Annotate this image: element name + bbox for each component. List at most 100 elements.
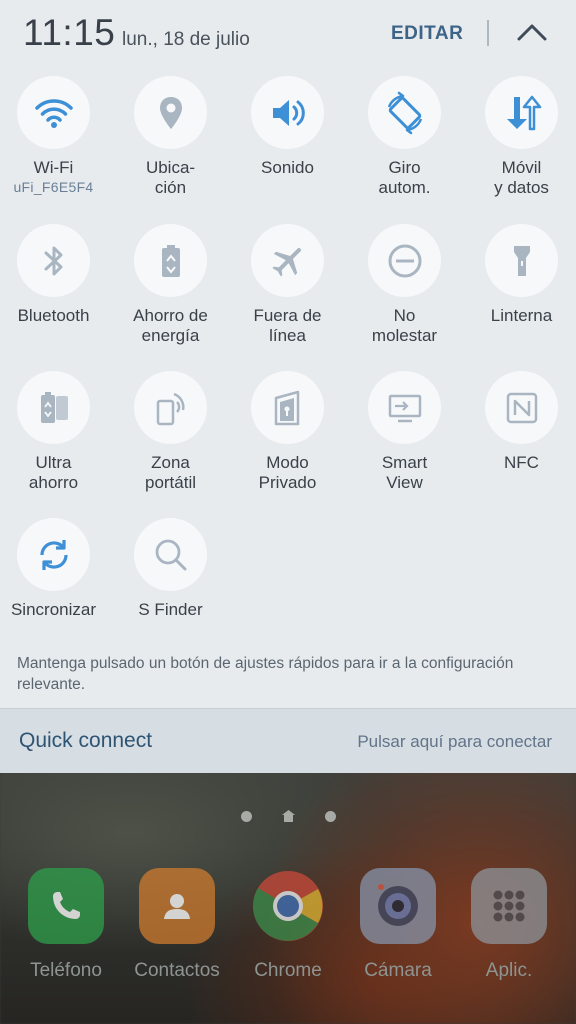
header-divider bbox=[487, 20, 489, 46]
tile-auto-rotate[interactable]: Giro autom. bbox=[346, 76, 463, 198]
tile-button[interactable] bbox=[17, 76, 90, 149]
tile-label: Sonido bbox=[261, 158, 314, 177]
tile-button[interactable] bbox=[368, 76, 441, 149]
quick-settings-panel: 11:15 lun., 18 de julio EDITAR Wi-Fi uFi… bbox=[0, 0, 576, 708]
tile-wifi[interactable]: Wi-Fi uFi_F6E5F4 bbox=[0, 76, 112, 195]
app-dock: Teléfono Contactos Chrome Cámara Aplic. bbox=[0, 868, 576, 988]
flashlight-icon bbox=[513, 245, 530, 276]
dock-label: Cámara bbox=[364, 960, 432, 981]
tile-button[interactable] bbox=[485, 224, 558, 297]
tile-button[interactable] bbox=[17, 371, 90, 444]
tile-button[interactable] bbox=[17, 224, 90, 297]
tile-label: S Finder bbox=[138, 600, 203, 619]
clock: 11:15 bbox=[23, 12, 116, 53]
search-icon bbox=[155, 539, 186, 570]
tile-button[interactable] bbox=[134, 371, 207, 444]
wifi-icon bbox=[34, 98, 73, 128]
tile-label: Móvil y datos bbox=[494, 158, 549, 197]
hotspot-icon bbox=[156, 392, 185, 425]
tile-label: Zona portátil bbox=[144, 453, 197, 492]
dock-app-contacts[interactable]: Contactos bbox=[122, 868, 232, 982]
do-not-disturb-icon bbox=[388, 244, 421, 277]
tile-bluetooth[interactable]: Bluetooth bbox=[0, 224, 112, 326]
tile-power-saving[interactable]: Ahorro de energía bbox=[112, 224, 229, 346]
tile-label: Ahorro de energía bbox=[133, 306, 208, 345]
bluetooth-icon bbox=[44, 246, 62, 275]
home-page-indicator bbox=[0, 808, 576, 824]
tile-label: Modo Privado bbox=[258, 453, 317, 492]
smart-view-icon bbox=[388, 394, 421, 422]
tile-do-not-disturb[interactable]: No molestar bbox=[346, 224, 463, 346]
dock-label: Contactos bbox=[134, 960, 220, 981]
ultra-power-saving-icon bbox=[40, 391, 68, 423]
quick-settings-hint: Mantenga pulsado un botón de ajustes ráp… bbox=[17, 655, 514, 693]
edit-button[interactable]: EDITAR bbox=[391, 23, 463, 45]
tile-button[interactable] bbox=[251, 224, 324, 297]
sync-icon bbox=[39, 539, 68, 570]
tile-label: Ubica- ción bbox=[145, 158, 196, 197]
tile-button[interactable] bbox=[134, 224, 207, 297]
contacts-icon bbox=[139, 868, 215, 944]
tile-label: Bluetooth bbox=[17, 306, 90, 325]
tile-location[interactable]: Ubica- ción bbox=[112, 76, 229, 198]
tile-label: Giro autom. bbox=[378, 158, 431, 197]
apps-icon bbox=[471, 868, 547, 944]
dock-app-apps[interactable]: Aplic. bbox=[454, 868, 564, 982]
dock-app-phone[interactable]: Teléfono bbox=[11, 868, 121, 982]
tile-button[interactable] bbox=[134, 76, 207, 149]
date: lun., 18 de julio bbox=[122, 29, 250, 50]
tile-airplane-mode[interactable]: Fuera de línea bbox=[229, 224, 346, 346]
page-dot[interactable] bbox=[324, 810, 336, 822]
tile-button[interactable] bbox=[134, 518, 207, 591]
phone-icon bbox=[28, 868, 104, 944]
tile-button[interactable] bbox=[485, 371, 558, 444]
tile-sound[interactable]: Sonido bbox=[229, 76, 346, 178]
tile-smart-view[interactable]: Smart View bbox=[346, 371, 463, 493]
chrome-icon bbox=[250, 868, 326, 944]
dock-label: Aplic. bbox=[485, 960, 533, 981]
quick-connect-action[interactable]: Pulsar aquí para conectar bbox=[357, 732, 552, 752]
tile-label: Sincronizar bbox=[10, 600, 97, 619]
tile-button[interactable] bbox=[251, 371, 324, 444]
tile-s-finder[interactable]: S Finder bbox=[112, 518, 229, 620]
power-saving-icon bbox=[161, 244, 180, 277]
tile-mobile-data[interactable]: Móvil y datos bbox=[463, 76, 576, 198]
chevron-up-icon bbox=[517, 24, 547, 41]
camera-icon bbox=[360, 868, 436, 944]
panel-header: 11:15 lun., 18 de julio EDITAR bbox=[0, 0, 576, 66]
home-page-dot[interactable] bbox=[281, 810, 295, 822]
tile-label: Fuera de línea bbox=[253, 306, 322, 345]
dock-label: Chrome bbox=[254, 960, 322, 981]
mobile-data-icon bbox=[506, 95, 541, 130]
dock-app-camera[interactable]: Cámara bbox=[343, 868, 453, 982]
sound-icon bbox=[272, 99, 305, 126]
tile-button[interactable] bbox=[17, 518, 90, 591]
collapse-button[interactable] bbox=[514, 18, 550, 46]
dock-label: Teléfono bbox=[30, 960, 102, 981]
tile-hotspot[interactable]: Zona portátil bbox=[112, 371, 229, 493]
tile-flashlight[interactable]: Linterna bbox=[463, 224, 576, 326]
auto-rotate-icon bbox=[387, 91, 422, 134]
tile-button[interactable] bbox=[368, 371, 441, 444]
tile-label: Smart View bbox=[381, 453, 428, 492]
wifi-network-name: uFi_F6E5F4 bbox=[13, 179, 94, 195]
private-mode-icon bbox=[274, 390, 299, 425]
quick-connect-title: Quick connect bbox=[19, 729, 153, 752]
location-icon bbox=[159, 96, 182, 129]
tile-private-mode[interactable]: Modo Privado bbox=[229, 371, 346, 493]
quick-connect-bar[interactable]: Quick connect Pulsar aquí para conectar bbox=[0, 708, 576, 773]
tile-button[interactable] bbox=[251, 76, 324, 149]
dock-app-chrome[interactable]: Chrome bbox=[233, 868, 343, 982]
tile-label: No molestar bbox=[371, 306, 438, 345]
nfc-icon bbox=[506, 392, 537, 423]
airplane-icon bbox=[271, 247, 301, 277]
tile-nfc[interactable]: NFC bbox=[463, 371, 576, 473]
tile-label: Ultra ahorro bbox=[28, 453, 79, 492]
tile-sync[interactable]: Sincronizar bbox=[0, 518, 112, 620]
tile-button[interactable] bbox=[485, 76, 558, 149]
tile-label: Linterna bbox=[490, 306, 553, 325]
tile-ultra-power-saving[interactable]: Ultra ahorro bbox=[0, 371, 112, 493]
page-dot[interactable] bbox=[240, 810, 252, 822]
tile-button[interactable] bbox=[368, 224, 441, 297]
tile-label: Wi-Fi bbox=[33, 158, 74, 177]
